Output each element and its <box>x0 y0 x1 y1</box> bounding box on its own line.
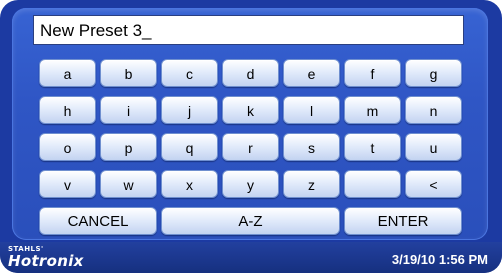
key-f[interactable]: f <box>344 59 401 87</box>
key-j[interactable]: j <box>161 96 218 124</box>
key-a[interactable]: a <box>39 59 96 87</box>
key-q[interactable]: q <box>161 133 218 161</box>
logo-large-text: Hotronix <box>8 252 84 270</box>
key-s[interactable]: s <box>283 133 340 161</box>
preset-name-input[interactable]: New Preset 3_ <box>33 15 464 45</box>
key-backspace[interactable]: < <box>405 170 462 198</box>
key-k[interactable]: k <box>222 96 279 124</box>
key-r[interactable]: r <box>222 133 279 161</box>
key-b[interactable]: b <box>100 59 157 87</box>
keyboard-screen: New Preset 3_ a b c d e f g h i j k l m … <box>0 0 502 273</box>
key-l[interactable]: l <box>283 96 340 124</box>
key-t[interactable]: t <box>344 133 401 161</box>
key-e[interactable]: e <box>283 59 340 87</box>
hotronix-logo: STAHLS' Hotronix <box>8 244 128 272</box>
date-time-display: 3/19/10 1:56 PM <box>391 252 488 267</box>
key-z[interactable]: z <box>283 170 340 198</box>
key-i[interactable]: i <box>100 96 157 124</box>
key-space[interactable] <box>344 170 401 198</box>
key-m[interactable]: m <box>344 96 401 124</box>
key-g[interactable]: g <box>405 59 462 87</box>
key-u[interactable]: u <box>405 133 462 161</box>
cancel-button[interactable]: CANCEL <box>39 207 157 235</box>
key-w[interactable]: w <box>100 170 157 198</box>
enter-button[interactable]: ENTER <box>344 207 462 235</box>
key-c[interactable]: c <box>161 59 218 87</box>
key-v[interactable]: v <box>39 170 96 198</box>
key-n[interactable]: n <box>405 96 462 124</box>
key-y[interactable]: y <box>222 170 279 198</box>
key-h[interactable]: h <box>39 96 96 124</box>
key-o[interactable]: o <box>39 133 96 161</box>
key-d[interactable]: d <box>222 59 279 87</box>
key-p[interactable]: p <box>100 133 157 161</box>
sort-az-button[interactable]: A-Z <box>161 207 340 235</box>
key-x[interactable]: x <box>161 170 218 198</box>
